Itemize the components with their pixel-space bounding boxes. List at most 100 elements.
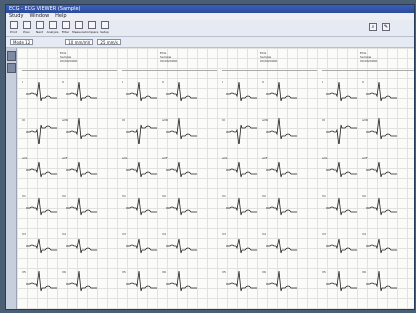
menu-bar: Study Window Help (6, 13, 414, 20)
ecg-waveform (66, 270, 97, 292)
ecg-trace-path (126, 270, 157, 292)
ecg-trace-path (226, 238, 257, 254)
ecg-trace-path (226, 197, 257, 216)
toolbar-filter-button[interactable]: Filter (60, 21, 71, 36)
ecg-lead-trace: V4 (62, 228, 112, 258)
lead-mode-select[interactable]: Mode 12 (10, 39, 34, 45)
ecg-lead-trace: II (362, 76, 412, 106)
ecg-waveform (166, 161, 197, 178)
column-header: ECG Sample 00/00/0000 (122, 51, 217, 74)
ecg-waveform (266, 117, 297, 140)
lead-label: V4 (262, 232, 266, 236)
lead-label: I (122, 80, 123, 84)
menu-help[interactable]: Help (55, 13, 66, 20)
ecg-waveform (266, 238, 297, 254)
lead-label: V2 (262, 194, 266, 198)
column-divider (222, 70, 317, 71)
ecg-trace-path (66, 81, 97, 102)
lead-label: II (262, 80, 264, 84)
ecg-waveform (166, 81, 197, 102)
ecg-trace-path (366, 238, 397, 254)
ecg-lead-trace: aVF (262, 152, 312, 182)
ecg-trace-path (166, 161, 197, 178)
ecg-lead-trace: V6 (262, 266, 312, 296)
lead-label: I (322, 80, 323, 84)
toolbar-print-button[interactable]: Print (8, 21, 19, 36)
lead-label: I (22, 80, 23, 84)
ecg-trace-path (226, 124, 257, 144)
ecg-waveform (166, 197, 197, 216)
lead-label: V5 (222, 270, 226, 274)
ecg-waveform (266, 197, 297, 216)
toolbar: Print Prev Next Analyze Filter Measure Compare… (6, 20, 414, 37)
ecg-trace-path (66, 117, 97, 140)
lead-label: V3 (222, 232, 226, 236)
ecg-waveform (266, 81, 297, 102)
ecg-trace-path (26, 161, 57, 178)
column-header-line: 00/00/0000 (360, 59, 378, 63)
ecg-lead-trace: V2 (262, 190, 312, 220)
ecg-waveform (66, 81, 97, 102)
column-header: ECG Sample 00/00/0000 (22, 51, 117, 74)
speed-select[interactable]: 25 mm/s (97, 39, 121, 45)
sidebar-button-1[interactable] (6, 51, 16, 61)
lead-label: V5 (22, 270, 26, 274)
lead-label: aVR (362, 118, 368, 122)
lead-label: V3 (122, 232, 126, 236)
toolbar-compare-button[interactable]: Compare (85, 21, 98, 36)
zoom-icon[interactable]: ⌕ (369, 23, 377, 31)
ecg-trace-path (126, 161, 157, 178)
ecg-waveform (66, 238, 97, 254)
lead-label: II (162, 80, 164, 84)
ecg-trace-path (266, 117, 297, 140)
column-header-line: 00/00/0000 (60, 59, 78, 63)
ecg-waveform (366, 270, 397, 292)
filter-icon (61, 21, 70, 29)
options-row: Mode 12 10 mm/mV 25 mm/s (6, 37, 414, 48)
ecg-trace-path (366, 117, 397, 140)
ecg-trace-path (266, 161, 297, 178)
ecg-trace-path (366, 270, 397, 292)
toolbar-measure-button[interactable]: Measure (72, 21, 85, 36)
lead-label: aVF (62, 156, 68, 160)
sidebar-button-2[interactable] (6, 63, 16, 73)
ecg-trace-path (26, 81, 57, 102)
title-bar: ECG - ECG VIEWER (Sample) (6, 5, 414, 13)
column-divider (22, 70, 117, 71)
lead-label: III (122, 118, 125, 122)
toolbar-analyze-button[interactable]: Analyze (47, 21, 58, 36)
menu-window[interactable]: Window (29, 13, 49, 20)
lead-label: aVL (22, 156, 28, 160)
toolbar-next-button[interactable]: Next (34, 21, 45, 36)
lead-label: V3 (22, 232, 26, 236)
ecg-lead-trace: aVR (62, 114, 112, 144)
ecg-waveform (266, 161, 297, 178)
ecg-trace-path (366, 197, 397, 216)
ecg-waveform (366, 238, 397, 254)
ecg-grid[interactable]: ECG Sample 00/00/0000 ECG Sample 00/00/0000 EC… (17, 48, 414, 309)
lead-label: aVF (362, 156, 368, 160)
toolbar-setup-button[interactable]: Setup (99, 21, 110, 36)
ecg-waveform (366, 81, 397, 102)
lead-label: II (362, 80, 364, 84)
lead-label: V3 (322, 232, 326, 236)
ecg-trace-path (66, 270, 97, 292)
ecg-trace-path (326, 270, 357, 292)
settings-icon[interactable]: ✎ (382, 23, 390, 31)
toolbar-right-group: ⌕ ✎ (369, 23, 390, 31)
toolbar-prev-button[interactable]: Prev (21, 21, 32, 36)
ecg-trace-path (26, 197, 57, 216)
ecg-lead-trace: V4 (262, 228, 312, 258)
toolbar-label: Measure (72, 30, 85, 34)
ecg-trace-path (126, 238, 157, 254)
ecg-trace-path (266, 197, 297, 216)
toolbar-label: Next (36, 30, 43, 34)
menu-study[interactable]: Study (9, 13, 23, 20)
lead-label: V4 (362, 232, 366, 236)
prev-icon (22, 21, 31, 29)
lead-label: V4 (162, 232, 166, 236)
ecg-lead-trace: aVR (262, 114, 312, 144)
gain-select[interactable]: 10 mm/mV (65, 39, 94, 45)
next-icon (35, 21, 44, 29)
left-sidebar (6, 48, 17, 309)
